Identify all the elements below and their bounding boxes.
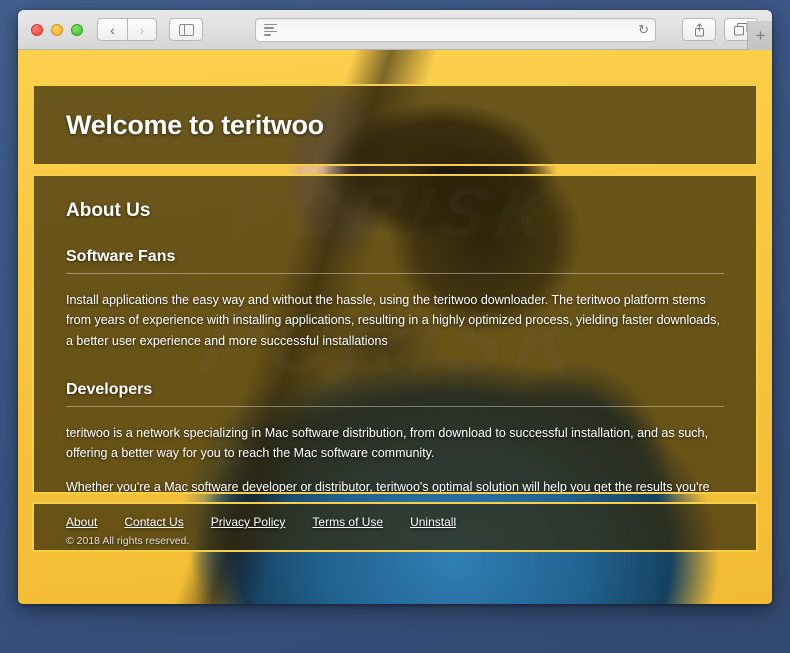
software-fans-paragraph: Install applications the easy way and wi… [66,293,720,348]
footer-link-contact-us[interactable]: Contact Us [124,515,183,529]
footer-links: About Contact Us Privacy Policy Terms of… [66,515,724,529]
browser-window: ‹ › ↻ + Welcome to teritwoo About Us Sof… [18,10,772,604]
address-bar[interactable]: ↻ [255,17,656,42]
reload-icon[interactable]: ↻ [638,23,649,36]
developers-paragraph-2: Whether you're a Mac software developer … [66,480,710,494]
forward-button[interactable]: › [127,18,157,41]
sidebar-toggle-button[interactable] [169,18,203,41]
about-section: About Us Software Fans Install applicati… [32,174,758,494]
footer-link-terms-of-use[interactable]: Terms of Use [312,515,383,529]
share-button[interactable] [682,18,716,41]
minimize-window-button[interactable] [51,23,63,36]
developers-paragraph-1: teritwoo is a network specializing in Ma… [66,425,708,460]
browser-toolbar: ‹ › ↻ + [18,10,772,50]
navigation-buttons: ‹ › [97,18,157,41]
section-title-software-fans: Software Fans [66,248,724,274]
about-heading: About Us [66,200,151,221]
copyright-text: © 2018 All rights reserved. [66,535,190,547]
footer-link-about[interactable]: About [66,515,97,529]
hero-banner: Welcome to teritwoo [32,84,758,166]
share-icon [694,22,704,36]
footer-link-privacy-policy[interactable]: Privacy Policy [211,515,286,529]
page-title: Welcome to teritwoo [66,109,324,140]
window-controls [31,23,83,36]
page-footer: About Contact Us Privacy Policy Terms of… [32,502,758,552]
section-title-developers: Developers [66,381,724,407]
back-button[interactable]: ‹ [97,18,127,41]
page-content: Welcome to teritwoo About Us Software Fa… [18,50,772,604]
new-tab-button[interactable]: + [747,21,772,50]
footer-link-uninstall[interactable]: Uninstall [410,515,456,529]
page-viewport: PCRISK PCRISK Welcome to teritwoo About … [18,50,772,604]
tabs-icon [734,23,748,36]
close-window-button[interactable] [31,23,43,36]
maximize-window-button[interactable] [71,23,83,36]
sidebar-icon [178,23,194,36]
reader-view-icon[interactable] [262,23,277,36]
